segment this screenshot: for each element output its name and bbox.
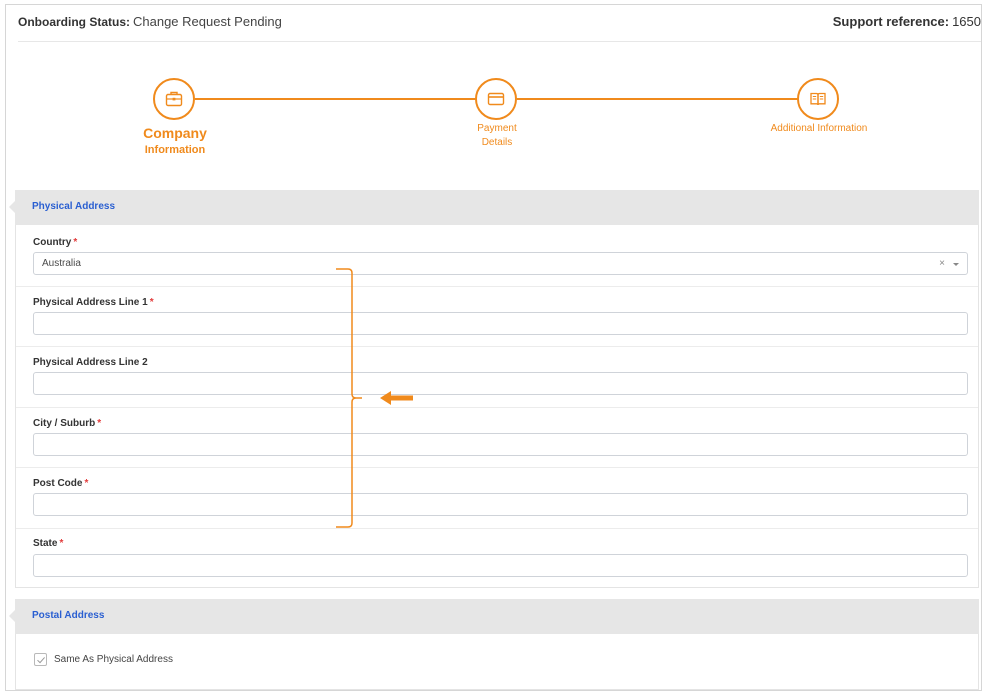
step-company-title: Company	[143, 125, 207, 141]
state-label: State *	[33, 538, 64, 549]
state-input[interactable]	[33, 554, 968, 577]
step-connector	[195, 98, 477, 100]
annotation-arrow-icon	[380, 391, 413, 405]
step-company-label: Company Information	[115, 124, 235, 158]
postal-address-header: Postal Address	[9, 599, 979, 634]
physical-address-title: Physical Address	[32, 201, 116, 212]
annotation-brace	[336, 268, 362, 528]
chevron-down-icon[interactable]	[953, 263, 959, 266]
country-value: Australia	[42, 258, 81, 269]
status-value: Change Request Pending	[133, 14, 282, 29]
postal-address-title: Postal Address	[32, 610, 105, 621]
address-line1-label: Physical Address Line 1 *	[33, 297, 154, 308]
page-header: Onboarding Status: Change Request Pending…	[18, 6, 981, 42]
step-payment-line2: Details	[481, 137, 513, 148]
onboarding-status: Onboarding Status: Change Request Pending	[18, 14, 282, 29]
same-as-physical-checkbox[interactable]	[34, 653, 47, 666]
divider	[16, 407, 978, 408]
status-label: Onboarding Status:	[18, 15, 130, 29]
same-as-physical-label: Same As Physical Address	[54, 654, 173, 665]
step-company-info[interactable]	[153, 78, 195, 120]
country-label: Country *	[33, 237, 78, 248]
physical-address-header: Physical Address	[9, 190, 979, 225]
step-additional-label: Additional Information	[770, 123, 868, 134]
credit-card-icon	[487, 92, 505, 106]
city-label: City / Suburb *	[33, 418, 102, 429]
step-payment-details[interactable]	[475, 78, 517, 120]
step-payment-line1: Payment	[477, 123, 517, 134]
book-icon	[810, 92, 826, 106]
address-line1-input[interactable]	[33, 312, 968, 335]
step-company-subtitle: Information	[144, 144, 206, 156]
support-value: 1650	[952, 14, 981, 29]
address-line2-input[interactable]	[33, 372, 968, 395]
support-label: Support reference:	[832, 14, 950, 29]
postcode-label: Post Code *	[33, 478, 89, 489]
postcode-input[interactable]	[33, 493, 968, 516]
country-select[interactable]: Australia ×	[33, 252, 968, 275]
divider	[16, 286, 978, 287]
step-connector	[517, 98, 799, 100]
checkmark-icon	[37, 657, 45, 664]
divider	[16, 467, 978, 468]
step-additional-info[interactable]	[797, 78, 839, 120]
divider	[16, 528, 978, 529]
briefcase-icon	[165, 91, 183, 107]
address-line2-label: Physical Address Line 2	[33, 357, 148, 368]
step-payment-label: Payment Details	[446, 122, 548, 150]
divider	[16, 346, 978, 347]
clear-icon[interactable]: ×	[939, 258, 945, 269]
city-input[interactable]	[33, 433, 968, 456]
support-reference: Support reference: 1650	[833, 14, 981, 29]
